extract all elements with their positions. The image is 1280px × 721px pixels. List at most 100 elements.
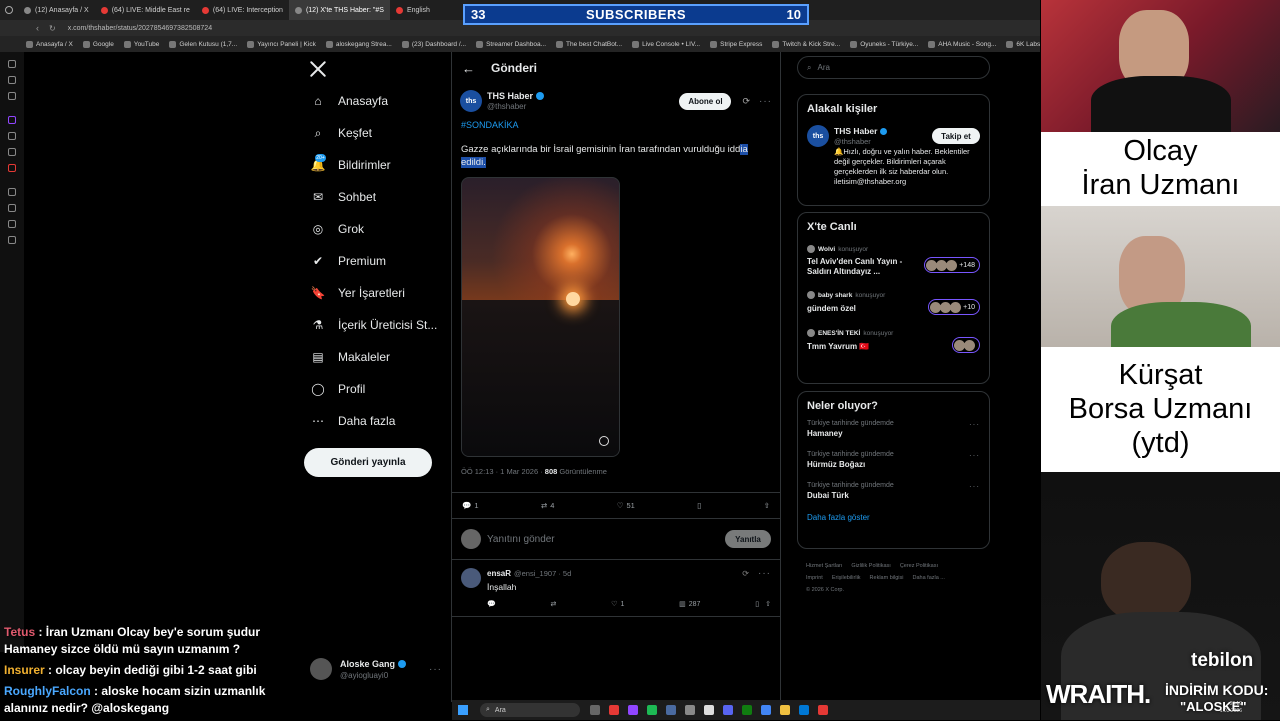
taskbar-search[interactable]: ⌕ Ara [480,703,580,717]
bookmark-item[interactable]: AHA Music - Song... [928,40,996,48]
author-avatar[interactable]: ths [460,90,482,112]
url-text[interactable]: x.com/thshaber/status/202785469738250872… [68,25,212,32]
bookmark-icon[interactable]: ▯ [755,600,759,608]
trend-item[interactable]: Türkiye tarihinde gündemde Dubai Türk ··· [807,482,980,500]
taskbar-app-icon[interactable] [742,705,752,715]
like-icon[interactable]: ♡ [617,501,624,510]
nav-item-explore[interactable]: ⌕ Keşfet [310,117,450,149]
footer-link[interactable]: Hizmet Şartları [806,563,842,569]
bookmark-item[interactable]: YouTube [123,40,159,48]
listeners-pill[interactable]: +10 [928,299,980,315]
show-more-link[interactable]: Daha fazla göster [807,513,980,522]
taskbar-app-icon[interactable] [647,705,657,715]
bookmark-item[interactable]: Live Console • LIV... [632,40,700,48]
bookmark-item[interactable]: aloskegang Strea... [325,40,392,48]
footer-link[interactable]: Reklam bilgisi [870,575,904,581]
account-switcher[interactable]: Aloske Gang @ayioglu‌ayi0 ··· [310,658,442,680]
rail-icon[interactable] [8,148,16,156]
post-time[interactable]: ÖÖ 12:13 · 1 Mar 2026 · [461,467,545,476]
reload-icon[interactable]: ↻ [49,24,56,33]
browser-tab[interactable]: English [390,0,436,20]
bookmark-item[interactable]: Streamer Dashboa... [476,40,546,48]
taskbar-app-icon[interactable] [628,705,638,715]
nav-item-premium[interactable]: ✔ Premium [310,245,450,277]
bookmark-item[interactable]: (23) Dashboard /... [401,40,466,48]
post-video[interactable] [461,177,620,457]
follow-avatar[interactable]: ths [807,125,829,147]
footer-link[interactable]: Erişilebilirlik [832,575,861,581]
browser-menu-icon[interactable] [0,0,18,20]
bookmark-icon[interactable]: ▯ [697,501,701,510]
listeners-pill[interactable] [952,337,980,353]
author-name[interactable]: THS Haber [487,91,533,101]
footer-link[interactable]: Çerez Politikası [900,563,938,569]
bookmark-item[interactable]: Gelen Kutusu (1,7... [169,40,237,48]
nav-item-grok[interactable]: ◎ Grok [310,213,450,245]
reply-avatar[interactable] [461,568,481,588]
footer-link[interactable]: Daha fazla ... [912,575,944,581]
live-item[interactable]: baby shark konuşuyor gündem özel +10 [807,291,980,315]
footer-link[interactable]: Imprint [806,575,823,581]
bookmark-item[interactable]: Yayıncı Paneli | Kick [247,40,316,48]
nav-item-profile[interactable]: ◯ Profil [310,373,450,405]
bookmark-item[interactable]: Google [82,40,114,48]
trend-item[interactable]: Türkiye tarihinde gündemde Hürmüz Boğazı ·… [807,451,980,469]
share-icon[interactable]: ⇧ [765,600,771,608]
taskbar-clock[interactable]: 00:19 1.03.2026 [1210,701,1242,715]
rail-icon[interactable] [8,220,16,228]
grok-icon[interactable]: ⟳ [742,96,750,107]
reply-icon[interactable]: 💬 [462,501,471,510]
subscribe-button[interactable]: Abone ol [679,92,732,110]
taskbar-app-icon[interactable] [685,705,695,715]
nav-item-articles[interactable]: ▤ Makaleler [310,341,450,373]
hashtag-link[interactable]: #SONDAKİKA [452,112,780,130]
back-arrow-icon[interactable]: ← [462,61,475,76]
nav-item-mail[interactable]: ✉ Sohbet [310,181,450,213]
views-icon[interactable]: ▥ [679,600,686,608]
rail-icon[interactable] [8,60,16,68]
bookmark-item[interactable]: The best ChatBot... [556,40,622,48]
nav-item-bookmark[interactable]: 🔖 Yer İşaretleri [310,277,450,309]
rail-icon[interactable] [8,92,16,100]
post-button[interactable]: Gönderi yayınla [304,448,432,477]
follow-button[interactable]: Takip et [932,128,980,144]
footer-link[interactable]: Gizlilik Politikası [851,563,890,569]
fullscreen-icon[interactable] [599,436,609,446]
listeners-pill[interactable]: +148 [924,257,980,273]
windows-start-icon[interactable] [458,705,468,715]
bookmark-item[interactable]: Anasayfa / X [26,40,73,48]
reply-item[interactable]: ensaR @ensi_1907 · 5d ⟳ ··· İnşallah 💬 ⇄ ♡… [452,560,780,617]
bookmark-item[interactable]: Oyuneks - Türkiye... [850,40,918,48]
bookmark-item[interactable]: 6K Labs [1006,40,1040,48]
repost-icon[interactable]: ⇄ [541,501,547,510]
rail-icon[interactable] [8,164,16,172]
more-icon[interactable]: ··· [969,482,980,491]
rail-icon[interactable] [8,236,16,244]
nav-item-home[interactable]: ⌂ Anasayfa [310,85,450,117]
bookmark-item[interactable]: Twitch & Kick Stre... [772,40,840,48]
back-icon[interactable]: ‹ [36,23,39,33]
x-logo-icon[interactable] [309,60,327,78]
more-icon[interactable]: ··· [758,568,771,579]
reply-icon[interactable]: 💬 [487,600,496,608]
more-icon[interactable]: ··· [429,664,442,675]
live-item[interactable]: ENES'İN TEKİ konuşuyor Tmm Yavrum 🇹🇷 [807,329,980,353]
repost-icon[interactable]: ⇄ [551,600,557,608]
like-icon[interactable]: ♡ [611,600,617,608]
taskbar-app-icon[interactable] [666,705,676,715]
rail-icon[interactable] [8,116,16,124]
browser-tab[interactable]: (12) Anasayfa / X [18,0,95,20]
taskbar-app-icon[interactable] [761,705,771,715]
trend-item[interactable]: Türkiye tarihinde gündemde Hamaney ··· [807,420,980,438]
taskbar-app-icon[interactable] [799,705,809,715]
taskbar-app-icon[interactable] [818,705,828,715]
follow-name[interactable]: THS Haber [834,126,877,136]
grok-icon[interactable]: ⟳ [742,569,749,578]
taskbar-app-icon[interactable] [609,705,619,715]
nav-item-more[interactable]: ⋯ Daha fazla [310,405,450,437]
browser-tab[interactable]: (12) X'te THS Haber: "#S [288,0,390,20]
live-item[interactable]: Wolvi konuşuyor Tel Aviv'den Canlı Yayın -… [807,245,980,277]
browser-tab[interactable]: (64) LIVE: Interception [196,0,289,20]
browser-tab[interactable]: (64) LIVE: Middle East re [95,0,196,20]
rail-icon[interactable] [8,132,16,140]
